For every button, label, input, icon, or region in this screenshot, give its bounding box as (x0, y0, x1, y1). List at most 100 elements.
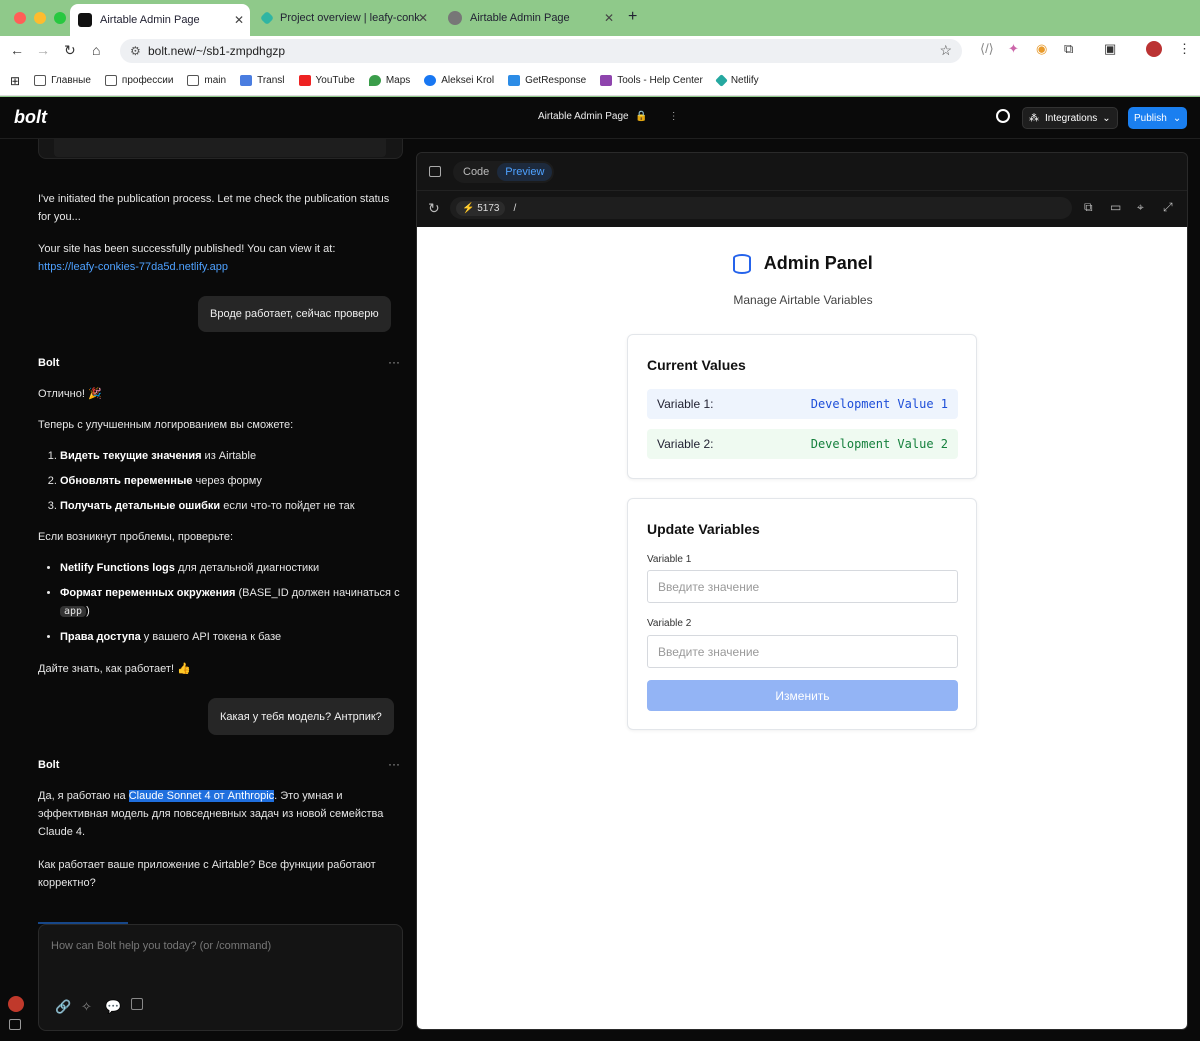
extension-code-icon[interactable]: ⟨/⟩ (980, 41, 994, 57)
netlify-icon (714, 74, 728, 87)
open-new-window-icon[interactable]: ⧉ (1084, 200, 1093, 215)
browser-chrome: Airtable Admin Page ✕ Project overview |… (0, 0, 1200, 97)
profile-avatar-icon[interactable] (1146, 41, 1162, 57)
bot-message: Дайте знать, как работает! 👍 (38, 663, 191, 675)
reload-icon[interactable]: ↻ (64, 42, 76, 59)
bookmark-link[interactable]: Netlify (714, 74, 759, 87)
discuss-icon[interactable]: 💬 (105, 998, 121, 1016)
link-icon[interactable]: 🔗 (55, 998, 71, 1016)
more-icon[interactable]: ⋮ (669, 111, 679, 122)
page-subtitle: Manage Airtable Variables (733, 293, 873, 307)
window-controls (14, 12, 66, 24)
port-badge[interactable]: ⚡ 5173 (456, 200, 506, 216)
close-window-button[interactable] (14, 12, 26, 24)
new-tab-button[interactable]: + (628, 8, 637, 26)
bolt-logo[interactable]: bolt (14, 107, 47, 128)
back-icon[interactable]: ← (10, 42, 24, 58)
bookmark-link[interactable]: Aleksei Krol (424, 75, 494, 86)
extension-color-icon[interactable]: ✦ (1008, 41, 1019, 57)
bookmark-link[interactable]: YouTube (298, 75, 355, 86)
close-tab-icon[interactable]: ✕ (604, 11, 614, 25)
rss-icon[interactable]: ◉ (1036, 41, 1047, 57)
minimize-window-button[interactable] (34, 12, 46, 24)
site-settings-icon[interactable]: ⚙ (130, 44, 141, 58)
globe-favicon-icon (448, 11, 462, 25)
url-input[interactable]: ⚙ bolt.new/~/sb1-zmpdhgzp ☆ (120, 39, 962, 63)
bot-message: Как работает ваше приложение с Airtable?… (38, 859, 376, 889)
maximize-window-button[interactable] (54, 12, 66, 24)
tools-icon (600, 75, 613, 86)
user-avatar-icon[interactable] (8, 996, 24, 1012)
browser-tab-1[interactable]: Airtable Admin Page ✕ (70, 4, 250, 36)
apps-grid-icon[interactable]: ⊞ (10, 74, 20, 88)
facebook-icon (424, 75, 437, 86)
list-item: Формат переменных окружения (BASE_ID дол… (60, 584, 403, 621)
bookmark-link[interactable]: GetResponse (508, 75, 586, 86)
message-menu-icon[interactable]: ··· (388, 353, 400, 371)
admin-header: Admin Panel (417, 253, 1187, 274)
folder-icon (187, 75, 200, 86)
device-preview-icon[interactable]: ▭ (1110, 200, 1121, 214)
bot-label: Bolt (38, 759, 60, 771)
reload-icon[interactable]: ↻ (428, 200, 440, 217)
tab-code[interactable]: Code (455, 166, 497, 178)
bookmark-link[interactable]: Maps (368, 75, 410, 86)
inline-code: app (60, 606, 87, 617)
update-variables-card: Update Variables Variable 1 Введите знач… (627, 498, 977, 730)
chat-input[interactable]: How can Bolt help you today? (or /comman… (38, 924, 403, 1031)
browser-tab-3[interactable]: Airtable Admin Page ✕ (440, 4, 620, 32)
tab-preview[interactable]: Preview (497, 163, 553, 181)
preview-address[interactable]: ⚡ 5173 / (450, 197, 1072, 219)
submit-button[interactable]: Изменить (647, 680, 958, 711)
bookmark-folder[interactable]: Главные (34, 75, 91, 86)
bot-message: Your site has been successfully publishe… (38, 243, 336, 273)
extensions-puzzle-icon[interactable]: ⧉ (1064, 41, 1073, 57)
fullscreen-icon[interactable]: ⤢ (1163, 200, 1173, 215)
feature-list: Видеть текущие значения из Airtable Обно… (38, 447, 403, 522)
published-site-link[interactable]: https://leafy-conkies-77da5d.netlify.app (38, 261, 228, 273)
home-icon[interactable]: ⌂ (92, 42, 100, 58)
edit-icon[interactable] (131, 998, 143, 1010)
bookmark-folder[interactable]: main (187, 75, 226, 86)
mail-icon (508, 75, 521, 86)
browser-menu-icon[interactable]: ⋮ (1178, 41, 1191, 57)
bookmark-link[interactable]: Tools - Help Center (600, 75, 703, 86)
tab-search-icon[interactable]: ▣ (1104, 41, 1116, 57)
project-title[interactable]: Airtable Admin Page 🔒 ⋮ (538, 111, 679, 122)
element-select-icon[interactable]: ⌖ (1137, 200, 1144, 215)
close-tab-icon[interactable]: ✕ (418, 11, 428, 25)
publish-button[interactable]: Publish ⌄ (1128, 107, 1188, 129)
integrations-icon: ⁂ (1029, 112, 1039, 124)
field-label: Variable 1 (647, 554, 692, 565)
user-message: Вроде работает, сейчас проверю (198, 296, 391, 332)
toggle-panel-icon[interactable] (429, 166, 441, 177)
preview-url-bar: ↻ ⚡ 5173 / ⧉ ▭ ⌖ ⤢ (417, 191, 1187, 227)
forward-icon[interactable]: → (36, 42, 50, 58)
chevron-down-icon: ⌄ (1102, 112, 1111, 124)
close-tab-icon[interactable]: ✕ (234, 13, 244, 27)
preview-canvas: Admin Panel Manage Airtable Variables Cu… (417, 227, 1187, 1029)
current-value-row: Variable 2: Development Value 2 (647, 429, 958, 459)
port-plug-icon: ⚡ (462, 202, 475, 214)
bot-message: Да, я работаю на Claude Sonnet 4 от Anth… (38, 790, 384, 838)
tab-bar: Airtable Admin Page ✕ Project overview |… (0, 0, 1200, 36)
browser-tab-2[interactable]: Project overview | leafy-conk ✕ (254, 4, 434, 32)
sidebar-toggle-icon[interactable] (9, 1019, 21, 1030)
message-menu-icon[interactable]: ··· (388, 755, 400, 773)
bookmark-folder[interactable]: профессии (104, 75, 173, 86)
field-label: Variable 2 (647, 618, 692, 629)
variable-1-input[interactable]: Введите значение (647, 570, 958, 603)
list-item: Netlify Functions logs для детальной диа… (60, 559, 403, 577)
bookmark-link[interactable]: Transl (240, 75, 285, 86)
variable-2-input[interactable]: Введите значение (647, 635, 958, 668)
view-switcher: Code Preview (453, 161, 555, 183)
highlighted-text: Claude Sonnet 4 от Anthropic (128, 790, 275, 802)
chat-input-placeholder: How can Bolt help you today? (or /comman… (51, 940, 272, 952)
check-list: Netlify Functions logs для детальной диа… (38, 559, 403, 653)
github-icon[interactable] (996, 109, 1010, 123)
variable-value: Development Value 2 (810, 437, 948, 451)
integrations-button[interactable]: ⁂ Integrations ⌄ (1022, 107, 1118, 129)
enhance-sparkle-icon[interactable]: ✧ (81, 998, 92, 1016)
bookmark-star-icon[interactable]: ☆ (939, 42, 952, 59)
translate-icon (240, 75, 253, 86)
